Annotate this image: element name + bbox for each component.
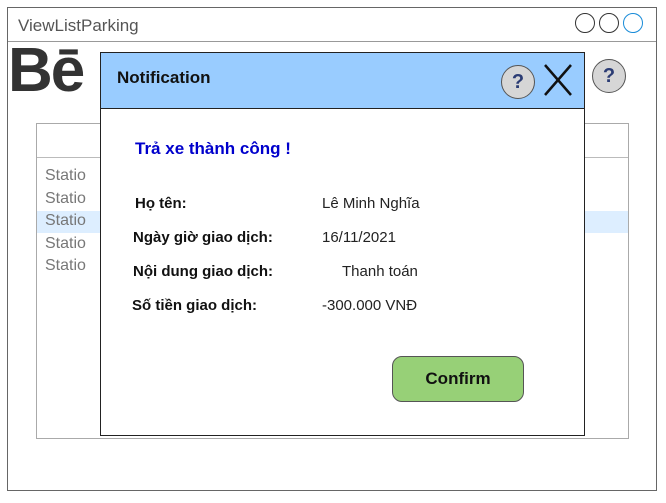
name-value: Lê Minh Nghĩa — [322, 195, 420, 212]
list-item[interactable]: Statio — [45, 188, 86, 210]
dialog-help-glyph: ? — [511, 70, 525, 93]
success-message: Trả xe thành công ! — [135, 139, 291, 158]
dialog-help-icon[interactable]: ? — [501, 65, 535, 99]
list-item[interactable]: Statio — [45, 255, 86, 277]
dialog-title: Notification — [117, 68, 211, 87]
content-label: Nội dung giao dịch: — [133, 263, 273, 280]
date-label: Ngày giờ giao dịch: — [133, 229, 273, 246]
close-icon[interactable] — [541, 61, 575, 99]
amount-value: -300.000 VNĐ — [322, 297, 418, 314]
notification-dialog: Notification ? Trả xe thành công ! Họ tê… — [100, 52, 585, 436]
date-value: 16/11/2021 — [322, 229, 396, 246]
close-window-button[interactable] — [623, 13, 643, 33]
list-item[interactable]: Statio — [45, 210, 86, 232]
maximize-button[interactable] — [599, 13, 619, 33]
help-icon-glyph: ? — [602, 64, 616, 87]
name-label: Họ tên: — [135, 195, 187, 212]
amount-label: Số tiền giao dịch: — [132, 297, 258, 314]
content-value: Thanh toán — [342, 263, 418, 280]
confirm-button[interactable]: Confirm — [392, 356, 524, 402]
dialog-header: Notification ? — [101, 53, 584, 109]
behance-logo: Bē — [8, 36, 85, 105]
list-item[interactable]: Statio — [45, 233, 86, 255]
help-icon[interactable]: ? — [592, 59, 626, 93]
list-item[interactable]: Statio — [45, 165, 86, 187]
title-bar: ViewListParking — [8, 8, 656, 42]
minimize-button[interactable] — [575, 13, 595, 33]
window-title: ViewListParking — [18, 16, 139, 35]
